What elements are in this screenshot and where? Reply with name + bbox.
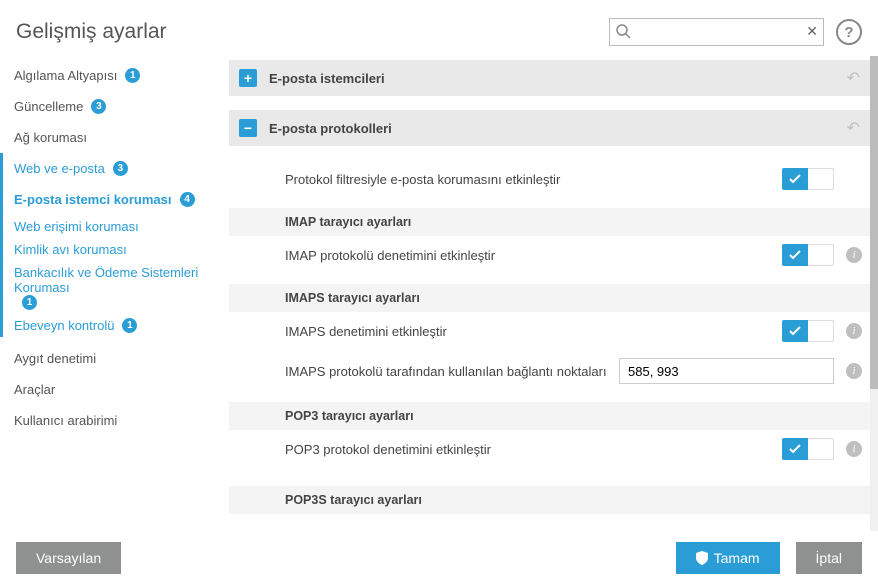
row-imaps-check: IMAPS denetimini etkinleştir i: [229, 312, 870, 350]
collapse-icon[interactable]: −: [239, 119, 257, 137]
sidebar-item-network-protection[interactable]: Ağ koruması: [0, 122, 225, 153]
check-icon: [782, 320, 808, 342]
info-icon[interactable]: i: [846, 363, 862, 379]
sidebar-item-banking-protection[interactable]: Bankacılık ve Ödeme Sistemleri Koruması …: [0, 261, 225, 314]
undo-icon[interactable]: ↶: [847, 68, 860, 88]
sidebar-item-email-client-protection[interactable]: E-posta istemci koruması 4: [0, 184, 225, 215]
check-icon: [782, 244, 808, 266]
sidebar-item-update[interactable]: Güncelleme 3: [0, 91, 225, 122]
scrollbar[interactable]: [870, 56, 878, 531]
section-pop3: POP3 tarayıcı ayarları: [229, 402, 870, 430]
sidebar-badge: 1: [122, 318, 137, 333]
page-title: Gelişmiş ayarlar: [16, 20, 597, 44]
help-button[interactable]: ?: [836, 19, 862, 45]
sidebar-item-tools[interactable]: Araçlar: [0, 374, 225, 405]
sidebar-item-label: Algılama Altyapısı: [14, 68, 117, 83]
ok-label: Tamam: [714, 550, 760, 566]
clear-search-icon[interactable]: ✕: [806, 23, 818, 40]
info-icon[interactable]: i: [846, 247, 862, 263]
info-icon[interactable]: i: [846, 441, 862, 457]
toggle-protocol-filter[interactable]: [782, 168, 834, 190]
sidebar-item-label: Güncelleme: [14, 99, 83, 114]
sidebar-item-label: Web erişimi koruması: [14, 219, 139, 234]
group-title: E-posta istemcileri: [269, 71, 847, 86]
sidebar-item-web-email[interactable]: Web ve e-posta 3: [0, 153, 225, 184]
sidebar-item-label: Ebeveyn kontrolü: [14, 318, 114, 333]
sidebar: Algılama Altyapısı 1 Güncelleme 3 Ağ kor…: [0, 54, 225, 529]
sidebar-badge: 1: [22, 295, 37, 310]
sidebar-item-detection-engine[interactable]: Algılama Altyapısı 1: [0, 60, 225, 91]
expand-icon[interactable]: +: [239, 69, 257, 87]
section-pop3s: POP3S tarayıcı ayarları: [229, 486, 870, 514]
content-pane: + E-posta istemcileri ↶ − E-posta protok…: [225, 54, 878, 529]
toggle-pop3[interactable]: [782, 438, 834, 460]
row-label: POP3 protokol denetimini etkinleştir: [285, 442, 782, 457]
sidebar-item-label: Aygıt denetimi: [14, 351, 96, 366]
toggle-imap[interactable]: [782, 244, 834, 266]
shield-icon: [696, 551, 708, 565]
undo-icon[interactable]: ↶: [847, 118, 860, 138]
row-imap-check: IMAP protokolü denetimini etkinleştir i: [229, 236, 870, 274]
sidebar-item-label: Araçlar: [14, 382, 55, 397]
sidebar-item-device-control[interactable]: Aygıt denetimi: [0, 343, 225, 374]
row-label: Protokol filtresiyle e-posta korumasını …: [285, 172, 782, 187]
row-imaps-ports: IMAPS protokolü tarafından kullanılan ba…: [229, 350, 870, 392]
section-imaps: IMAPS tarayıcı ayarları: [229, 284, 870, 312]
sidebar-badge: 3: [91, 99, 106, 114]
sidebar-badge: 1: [125, 68, 140, 83]
scrollbar-thumb[interactable]: [870, 56, 878, 389]
cancel-button[interactable]: İptal: [796, 542, 862, 574]
footer: Varsayılan Tamam İptal: [0, 531, 878, 585]
sidebar-item-label: Web ve e-posta: [14, 161, 105, 176]
toggle-imaps[interactable]: [782, 320, 834, 342]
row-label: IMAPS denetimini etkinleştir: [285, 324, 782, 339]
sidebar-item-ui[interactable]: Kullanıcı arabirimi: [0, 405, 225, 436]
group-header-email-clients[interactable]: + E-posta istemcileri ↶: [229, 60, 870, 96]
ok-button[interactable]: Tamam: [676, 542, 780, 574]
imaps-ports-input[interactable]: [619, 358, 834, 384]
default-button[interactable]: Varsayılan: [16, 542, 121, 574]
search-container: ✕: [609, 18, 824, 46]
sidebar-item-label: Kimlik avı koruması: [14, 242, 127, 257]
group-title: E-posta protokolleri: [269, 121, 847, 136]
sidebar-item-antiphishing[interactable]: Kimlik avı koruması: [0, 238, 225, 261]
sidebar-item-label: Kullanıcı arabirimi: [14, 413, 117, 428]
check-icon: [782, 168, 808, 190]
section-imap: IMAP tarayıcı ayarları: [229, 208, 870, 236]
row-label: IMAP protokolü denetimini etkinleştir: [285, 248, 782, 263]
info-icon[interactable]: i: [846, 323, 862, 339]
sidebar-item-web-access-protection[interactable]: Web erişimi koruması: [0, 215, 225, 238]
sidebar-item-label: Ağ koruması: [14, 130, 87, 145]
sidebar-item-label: E-posta istemci koruması: [14, 192, 172, 207]
sidebar-item-label: Bankacılık ve Ödeme Sistemleri Koruması: [14, 265, 213, 295]
row-label: IMAPS protokolü tarafından kullanılan ba…: [285, 364, 619, 379]
row-pop3-check: POP3 protokol denetimini etkinleştir i: [229, 430, 870, 468]
check-icon: [782, 438, 808, 460]
row-protocol-filter: Protokol filtresiyle e-posta korumasını …: [229, 160, 870, 198]
group-header-email-protocols[interactable]: − E-posta protokolleri ↶: [229, 110, 870, 146]
search-icon: [615, 23, 631, 39]
sidebar-badge: 3: [113, 161, 128, 176]
sidebar-badge: 4: [180, 192, 195, 207]
search-input[interactable]: [609, 18, 824, 46]
sidebar-item-parental-control[interactable]: Ebeveyn kontrolü 1: [0, 314, 225, 337]
